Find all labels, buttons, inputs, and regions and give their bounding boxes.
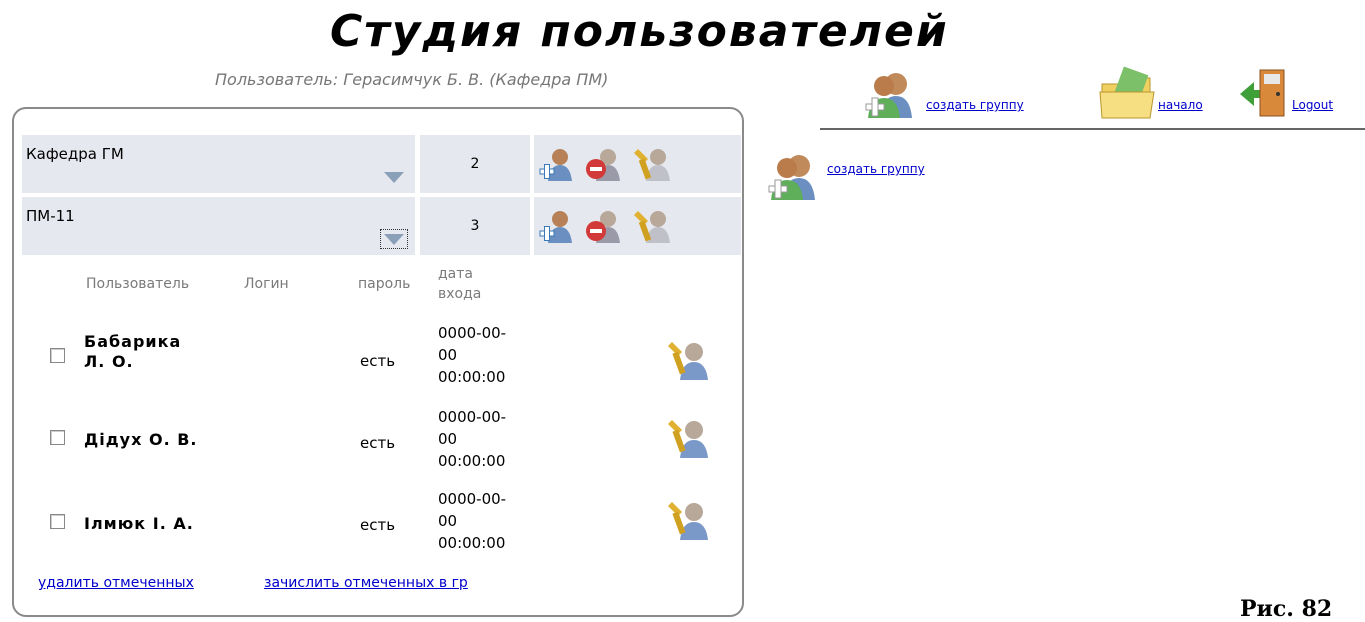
current-user-label: Пользователь: Герасимчук Б. В. (Кафедра … <box>215 70 609 89</box>
side-create-group-label[interactable]: создать группу <box>827 162 925 176</box>
side-create-group[interactable]: создать группу <box>765 148 1005 204</box>
edit-user-icon[interactable] <box>668 338 708 382</box>
group-name-cell: Кафедра ГМ <box>22 135 415 193</box>
nav-logout[interactable]: Logout <box>1238 69 1365 124</box>
user-name: Ілмюк І. А. <box>84 514 194 533</box>
edit-user-icon[interactable] <box>668 416 708 460</box>
remove-user-icon[interactable] <box>584 145 622 183</box>
home-folder-icon <box>1099 66 1155 119</box>
nav-home[interactable]: начало <box>1098 66 1228 124</box>
table-row: Дідух О. В. есть 0000-00- 00 00:00:00 <box>0 406 740 486</box>
table-row: Бабарика Л. О. есть 0000-00- 00 00:00:00 <box>0 322 740 402</box>
add-user-icon[interactable] <box>538 207 576 245</box>
edit-group-icon[interactable] <box>634 145 672 183</box>
group-row: Кафедра ГМ 2 <box>22 135 750 193</box>
group-name: ПМ-11 <box>26 207 75 225</box>
col-header-password: пароль <box>358 276 411 292</box>
group-row: ПМ-11 3 <box>22 197 750 255</box>
user-last-login: 0000-00- 00 00:00:00 <box>438 408 507 466</box>
nav-create-group[interactable]: создать группу <box>862 72 1092 124</box>
expand-arrow-icon[interactable] <box>380 229 408 249</box>
enroll-selected-label[interactable]: зачислить отмеченных в гр <box>264 575 468 591</box>
user-password-status: есть <box>360 434 396 452</box>
user-last-login: 0000-00- 00 00:00:00 <box>438 490 507 552</box>
select-checkbox[interactable] <box>50 514 65 529</box>
col-header-user: Пользователь <box>86 276 190 292</box>
top-navigation: создать группу начало Logout <box>820 66 1365 130</box>
nav-create-group-link[interactable]: создать группу <box>926 98 1024 112</box>
group-actions <box>534 135 741 193</box>
edit-user-icon[interactable] <box>668 498 708 542</box>
page-title: Студия пользователей <box>330 6 949 57</box>
col-header-date: дата входа <box>438 266 482 302</box>
create-group-icon <box>865 73 912 118</box>
nav-logout-link[interactable]: Logout <box>1292 98 1333 112</box>
enroll-selected-link[interactable]: зачислить отмеченных в гр <box>264 575 468 591</box>
user-last-login: 0000-00- 00 00:00:00 <box>438 324 507 386</box>
table-row: Ілмюк І. А. есть 0000-00- 00 00:00:00 <box>0 488 740 568</box>
group-name-cell: ПМ-11 <box>22 197 415 255</box>
select-checkbox[interactable] <box>50 348 65 363</box>
group-count: 3 <box>420 197 530 255</box>
user-password-status: есть <box>360 352 396 370</box>
select-checkbox[interactable] <box>50 430 65 445</box>
exit-door-icon <box>1240 69 1285 117</box>
nav-home-link[interactable]: начало <box>1158 98 1203 112</box>
group-name: Кафедра ГМ <box>26 145 124 163</box>
edit-group-icon[interactable] <box>634 207 672 245</box>
user-name: Бабарика Л. О. <box>84 332 182 371</box>
figure-caption: Рис. 82 <box>1240 596 1333 622</box>
group-count: 2 <box>420 135 530 193</box>
user-password-status: есть <box>360 516 396 534</box>
expand-arrow-icon[interactable] <box>382 169 406 185</box>
remove-user-icon[interactable] <box>584 207 622 245</box>
add-user-icon[interactable] <box>538 145 576 183</box>
user-name: Дідух О. В. <box>84 430 198 449</box>
create-group-icon <box>768 155 815 200</box>
delete-selected-label[interactable]: удалить отмеченных <box>38 575 194 591</box>
group-actions <box>534 197 741 255</box>
col-header-login: Логин <box>244 276 289 292</box>
delete-selected-link[interactable]: удалить отмеченных <box>38 575 194 591</box>
